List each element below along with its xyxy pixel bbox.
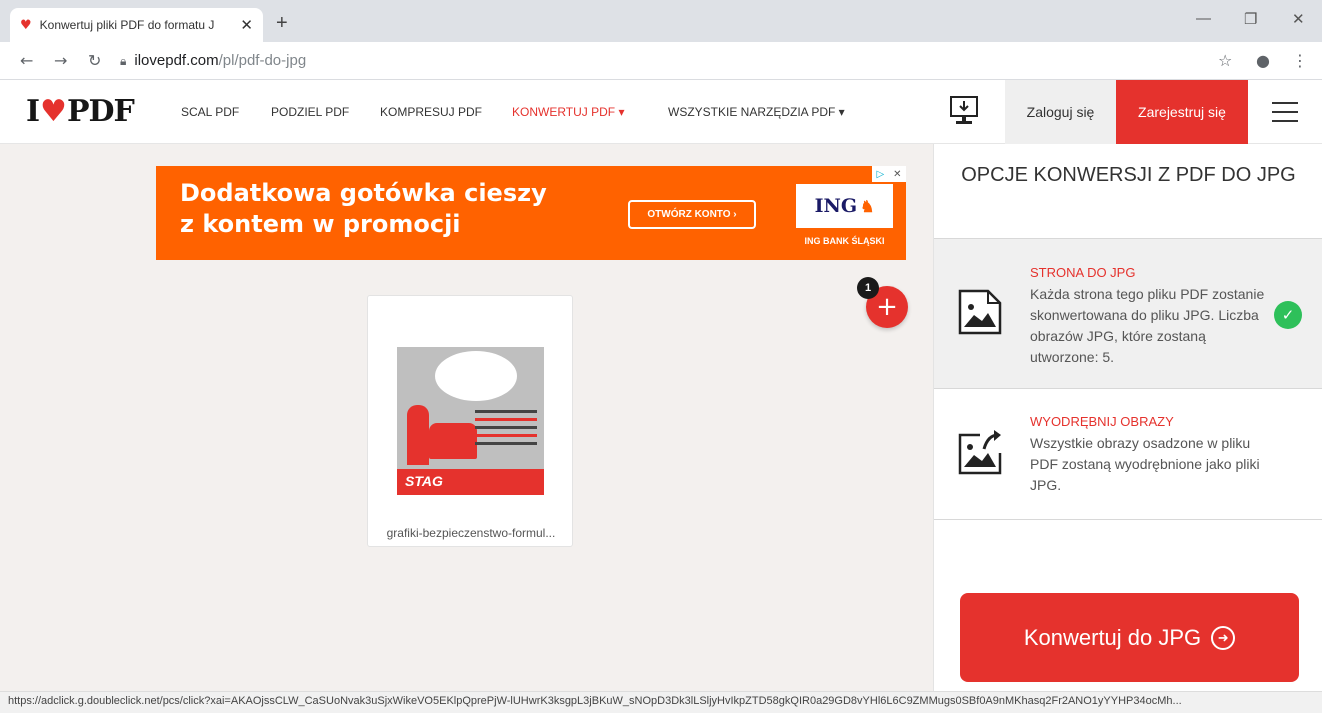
thumb-brand: STAG <box>405 473 443 489</box>
option-description: Każda strona tego pliku PDF zostanie sko… <box>1030 286 1265 365</box>
file-count-badge: 1 <box>857 277 879 299</box>
restore-icon[interactable]: ❐ <box>1244 10 1257 28</box>
file-name: grafiki-bezpieczenstwo-formul... <box>386 526 556 540</box>
url-domain: ilovepdf.com <box>134 52 219 69</box>
ad-headline-line2: z kontem w promocji <box>180 210 461 238</box>
logo-text-i: I <box>26 94 40 129</box>
back-arrow-icon[interactable]: ← <box>20 51 33 70</box>
tab-close-icon[interactable]: ✕ <box>240 16 253 34</box>
site-header: I ♥ PDF SCAL PDF PODZIEL PDF KOMPRESUJ PDF… <box>0 80 1322 144</box>
file-card[interactable]: STAG grafiki-bezpieczenstwo-formul... <box>367 295 573 547</box>
menu-dots-icon[interactable]: ⋮ <box>1292 51 1308 70</box>
page-image-icon <box>958 289 1002 335</box>
status-url: https://adclick.g.doubleclick.net/pcs/cl… <box>8 695 1182 707</box>
register-button[interactable]: Zarejestruj się <box>1116 80 1248 144</box>
ad-headline: Dodatkowa gotówka cieszy z kontem w prom… <box>180 178 547 240</box>
nav-merge-pdf[interactable]: SCAL PDF <box>181 105 239 119</box>
browser-tab-bar: ♥ Konwertuj pliki PDF do formatu J ✕ + —… <box>0 0 1322 42</box>
url-field[interactable]: 🔒︎ ilovepdf.com/pl/pdf-do-jpg <box>120 52 306 69</box>
workspace: Dodatkowa gotówka cieszy z kontem w prom… <box>0 144 933 691</box>
window-close-icon[interactable]: ✕ <box>1292 10 1305 28</box>
minimize-icon[interactable]: — <box>1196 10 1211 27</box>
heart-icon: ♥ <box>40 94 67 129</box>
convert-button-label: Konwertuj do JPG <box>1023 624 1202 650</box>
heart-favicon-icon: ♥ <box>20 17 32 33</box>
nav-split-pdf[interactable]: PODZIEL PDF <box>271 105 349 119</box>
login-button[interactable]: Zaloguj się <box>1005 80 1116 144</box>
option-title: STRONA DO JPG <box>1030 265 1136 280</box>
option-title: WYODRĘBNIJ OBRAZY <box>1030 414 1174 429</box>
ing-logo-text: ING <box>814 195 858 217</box>
ad-banner[interactable]: Dodatkowa gotówka cieszy z kontem w prom… <box>156 166 906 260</box>
status-bar: https://adclick.g.doubleclick.net/pcs/cl… <box>0 691 1322 713</box>
ad-open-account-button[interactable]: OTWÓRZ KONTO › <box>628 200 756 229</box>
bookmark-star-icon[interactable]: ☆ <box>1218 51 1232 70</box>
desktop-download-icon[interactable] <box>950 96 978 126</box>
reload-icon[interactable]: ↻ <box>88 51 101 70</box>
nav-convert-pdf[interactable]: KONWERTUJ PDF ▾ <box>512 105 624 119</box>
address-bar: ← → ↻ 🔒︎ ilovepdf.com/pl/pdf-do-jpg ☆ ● ⋮ <box>0 42 1322 80</box>
file-thumbnail: STAG <box>397 347 544 495</box>
lion-icon: ♞ <box>860 196 875 216</box>
url-path: /pl/pdf-do-jpg <box>218 52 307 69</box>
forward-arrow-icon[interactable]: → <box>54 51 67 70</box>
selected-check-icon: ✓ <box>1274 301 1302 329</box>
ad-headline-line1: Dodatkowa gotówka cieszy <box>180 179 547 207</box>
ilovepdf-logo[interactable]: I ♥ PDF <box>26 94 135 129</box>
tab-title: Konwertuj pliki PDF do formatu J <box>39 18 215 32</box>
ad-bank-name: ING BANK ŚLĄSKI <box>804 236 885 246</box>
arrow-right-circle-icon: ➜ <box>1211 625 1236 650</box>
lock-icon: 🔒︎ <box>120 54 127 68</box>
extract-image-icon <box>958 430 1002 475</box>
logo-text-pdf: PDF <box>66 94 135 129</box>
nav-compress-pdf[interactable]: KOMPRESUJ PDF <box>380 105 482 119</box>
profile-icon[interactable]: ● <box>1256 51 1270 70</box>
nav-all-tools[interactable]: WSZYSTKIE NARZĘDZIA PDF ▾ <box>668 105 845 119</box>
new-tab-button[interactable]: + <box>276 12 288 35</box>
sidebar-title: OPCJE KONWERSJI Z PDF DO JPG <box>934 158 1322 192</box>
option-description: Wszystkie obrazy osadzone w pliku PDF zo… <box>1030 435 1260 493</box>
hamburger-menu-icon[interactable] <box>1272 102 1298 122</box>
sidebar-title-text: OPCJE KONWERSJI Z PDF DO JPG <box>961 164 1296 186</box>
ing-logo: ING ♞ <box>796 184 893 228</box>
convert-to-jpg-button[interactable]: Konwertuj do JPG ➜ <box>960 593 1299 682</box>
option-page-to-jpg[interactable]: STRONA DO JPG Każda strona tego pliku PD… <box>934 238 1322 388</box>
option-extract-images[interactable]: WYODRĘBNIJ OBRAZY Wszystkie obrazy osadz… <box>934 388 1322 520</box>
browser-tab[interactable]: ♥ Konwertuj pliki PDF do formatu J ✕ <box>10 8 263 42</box>
adchoices-icon[interactable]: ▷ ✕ <box>872 166 906 182</box>
options-sidebar: OPCJE KONWERSJI Z PDF DO JPG STRONA DO J… <box>933 144 1322 691</box>
